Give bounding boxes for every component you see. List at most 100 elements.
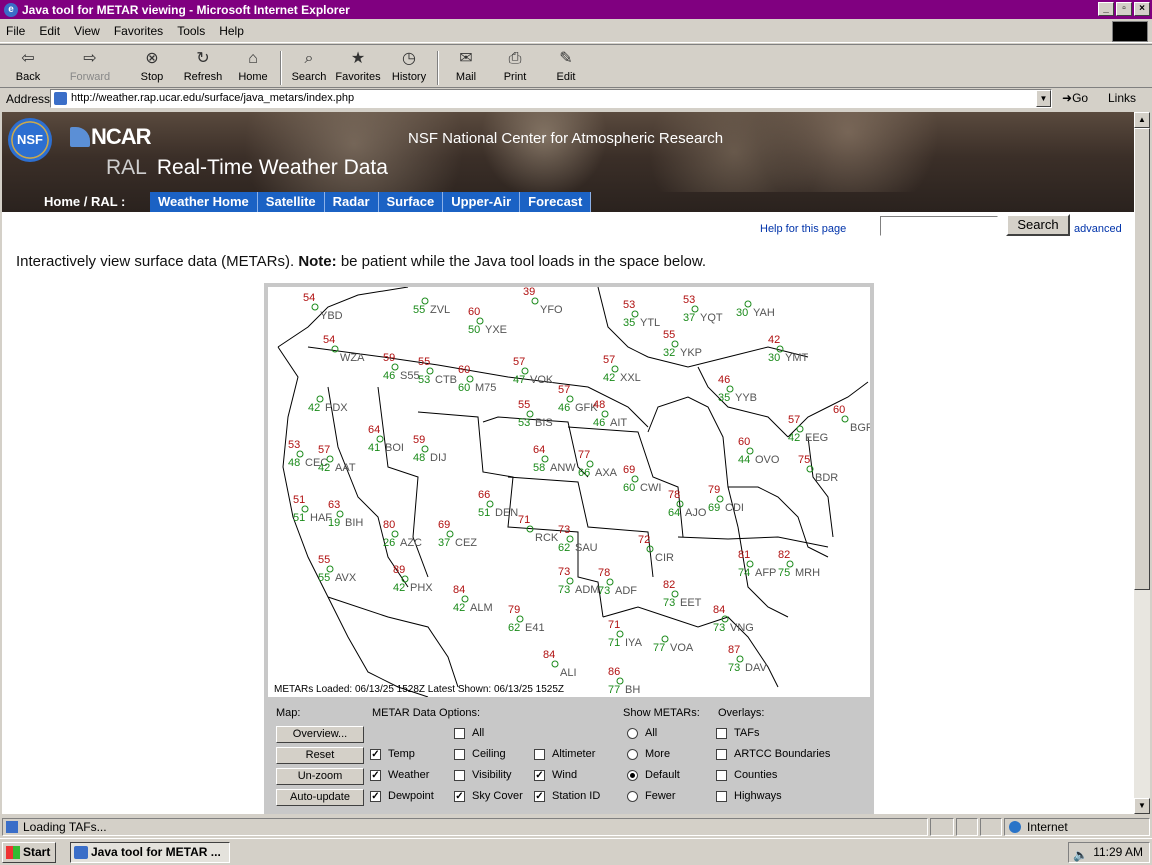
- back-button[interactable]: ⇦ Back: [2, 49, 54, 87]
- station-plot[interactable]: 53 35 YTL: [623, 299, 660, 329]
- tab-satellite[interactable]: Satellite: [257, 192, 325, 212]
- station-plot[interactable]: 82 73 EET: [663, 579, 702, 609]
- station-plot[interactable]: 69 37 CEZ: [438, 519, 477, 549]
- address-input[interactable]: http://weather.rap.ucar.edu/surface/java…: [50, 89, 1052, 108]
- unzoom-button[interactable]: Un-zoom: [276, 768, 364, 785]
- scroll-thumb[interactable]: [1134, 128, 1150, 590]
- station-plot[interactable]: 57 42 EEG: [788, 414, 828, 444]
- menu-favorites[interactable]: Favorites: [114, 24, 163, 38]
- option-weather[interactable]: ✓ Weather: [370, 769, 429, 781]
- station-plot[interactable]: 77 VOA: [653, 635, 694, 654]
- station-plot[interactable]: 82 75 MRH: [778, 549, 820, 579]
- reset-button[interactable]: Reset: [276, 747, 364, 764]
- station-plot[interactable]: 84 ALI: [543, 649, 577, 679]
- checkbox[interactable]: [716, 790, 727, 802]
- tab-weather-home[interactable]: Weather Home: [150, 192, 258, 212]
- tab-forecast[interactable]: Forecast: [520, 192, 592, 212]
- scroll-down-arrow-icon[interactable]: ▼: [1134, 798, 1150, 814]
- station-plot[interactable]: 54 WZA: [323, 334, 365, 364]
- links-button[interactable]: Links: [1108, 91, 1136, 105]
- checkbox[interactable]: [716, 769, 727, 781]
- station-plot[interactable]: 55 32 YKP: [663, 329, 702, 359]
- checkbox[interactable]: [716, 748, 727, 760]
- option-visibility[interactable]: Visibility: [454, 769, 512, 781]
- station-plot[interactable]: 55 ZVL: [413, 297, 450, 316]
- option-sky-cover[interactable]: ✓ Sky Cover: [454, 790, 523, 802]
- option-ceiling[interactable]: Ceiling: [454, 748, 506, 760]
- history-button[interactable]: ◷ History: [383, 49, 435, 87]
- overlay-highways[interactable]: Highways: [716, 790, 782, 802]
- overlay-counties[interactable]: Counties: [716, 769, 777, 781]
- show-fewer-radio[interactable]: Fewer: [627, 790, 676, 802]
- mail-button[interactable]: ✉ Mail: [440, 49, 492, 87]
- station-plot[interactable]: 66 51 DEN: [478, 489, 518, 519]
- station-plot[interactable]: 55 55 AVX: [318, 554, 357, 584]
- station-plot[interactable]: 57 47 VOK: [513, 356, 554, 386]
- station-plot[interactable]: 60 50 YXE: [468, 306, 507, 336]
- station-plot[interactable]: 57 42 XXL: [603, 354, 641, 384]
- overlay-artcc[interactable]: ARTCC Boundaries: [716, 748, 830, 760]
- menu-file[interactable]: File: [6, 24, 25, 38]
- checkbox[interactable]: [716, 727, 727, 739]
- station-plot[interactable]: 39 YFO: [523, 287, 563, 316]
- checkbox[interactable]: [534, 748, 545, 760]
- station-plot[interactable]: 59 46 S55: [383, 352, 420, 382]
- station-plot[interactable]: 77 66 AXA: [578, 449, 618, 479]
- menu-view[interactable]: View: [74, 24, 100, 38]
- station-plot[interactable]: 5151 HAF: [293, 494, 332, 524]
- station-plot[interactable]: 59 48 DIJ: [413, 434, 447, 464]
- station-plot[interactable]: 72 CIR: [638, 534, 674, 564]
- checkbox[interactable]: [454, 769, 465, 781]
- station-plot[interactable]: 55 53 BIS: [518, 399, 553, 429]
- advanced-search-link[interactable]: advanced: [1074, 223, 1122, 235]
- station-plot[interactable]: 54 YBD: [303, 292, 343, 322]
- print-button[interactable]: ⎙ Print: [489, 49, 541, 87]
- show-all-radio[interactable]: All: [627, 727, 657, 739]
- station-plot[interactable]: 75 BDR: [798, 454, 838, 484]
- checkbox[interactable]: ✓: [370, 748, 381, 760]
- option-all[interactable]: All: [454, 727, 484, 739]
- station-plot[interactable]: 53 37 YQT: [683, 294, 723, 324]
- station-plot[interactable]: 60 44 OVO: [738, 436, 780, 466]
- station-plot[interactable]: 87 73 DAV: [728, 644, 767, 674]
- close-button[interactable]: ×: [1134, 2, 1150, 16]
- show-more-radio[interactable]: More: [627, 748, 670, 760]
- metar-map[interactable]: 54 YBD 55 ZVL 60 50 YXE 39 YFO 53 35 YTL 53 37 YQT 30 YA…: [268, 287, 870, 697]
- station-plot[interactable]: 79 62 E41: [508, 604, 545, 634]
- map-canvas[interactable]: 54 YBD 55 ZVL 60 50 YXE 39 YFO 53 35 YTL 53 37 YQT 30 YA…: [268, 287, 870, 697]
- checkbox[interactable]: [454, 748, 465, 760]
- station-plot[interactable]: 80 26 AZC: [383, 519, 422, 549]
- stop-button[interactable]: ⊗ Stop: [126, 49, 178, 87]
- search-button[interactable]: ⌕ Search: [283, 49, 335, 87]
- station-plot[interactable]: 78 64 AJO: [668, 489, 707, 519]
- breadcrumb[interactable]: Home / RAL :: [44, 194, 125, 209]
- station-plot[interactable]: 46 35 YYB: [718, 374, 757, 404]
- edit-button[interactable]: ✎ Edit: [540, 49, 592, 87]
- checkbox[interactable]: ✓: [454, 790, 465, 802]
- checkbox[interactable]: ✓: [370, 769, 381, 781]
- station-plot[interactable]: 86 77 BH: [608, 666, 640, 696]
- station-plot[interactable]: 48 46 AIT: [593, 399, 627, 429]
- option-dewpoint[interactable]: ✓ Dewpoint: [370, 790, 434, 802]
- menu-edit[interactable]: Edit: [39, 24, 60, 38]
- station-plot[interactable]: 64 41 BOI: [368, 424, 404, 454]
- station-plot[interactable]: 69 60 CWI: [623, 464, 661, 494]
- vertical-scrollbar[interactable]: ▲ ▼: [1134, 112, 1150, 814]
- checkbox[interactable]: [454, 727, 465, 739]
- show-default-radio[interactable]: Default: [627, 769, 680, 781]
- station-plot[interactable]: 63 19 BIH: [328, 499, 363, 529]
- ncar-logo[interactable]: NCAR: [70, 124, 152, 150]
- maximize-button[interactable]: ▫: [1116, 2, 1132, 16]
- station-plot[interactable]: 30 YAH: [736, 300, 775, 319]
- favorites-button[interactable]: ★ Favorites: [332, 49, 384, 87]
- search-submit-button[interactable]: Search: [1006, 214, 1070, 236]
- station-plot[interactable]: 89 42 PHX: [393, 564, 433, 594]
- go-button[interactable]: ➜Go: [1062, 91, 1088, 105]
- overview-button[interactable]: Overview...: [276, 726, 364, 743]
- start-button[interactable]: Start: [2, 842, 56, 863]
- taskbar-ie-window[interactable]: Java tool for METAR ...: [70, 842, 230, 863]
- option-temp[interactable]: ✓ Temp: [370, 748, 415, 760]
- speaker-icon[interactable]: 🔈: [1073, 846, 1088, 865]
- option-station-id[interactable]: ✓ Station ID: [534, 790, 600, 802]
- nsf-logo[interactable]: NSF: [8, 118, 52, 162]
